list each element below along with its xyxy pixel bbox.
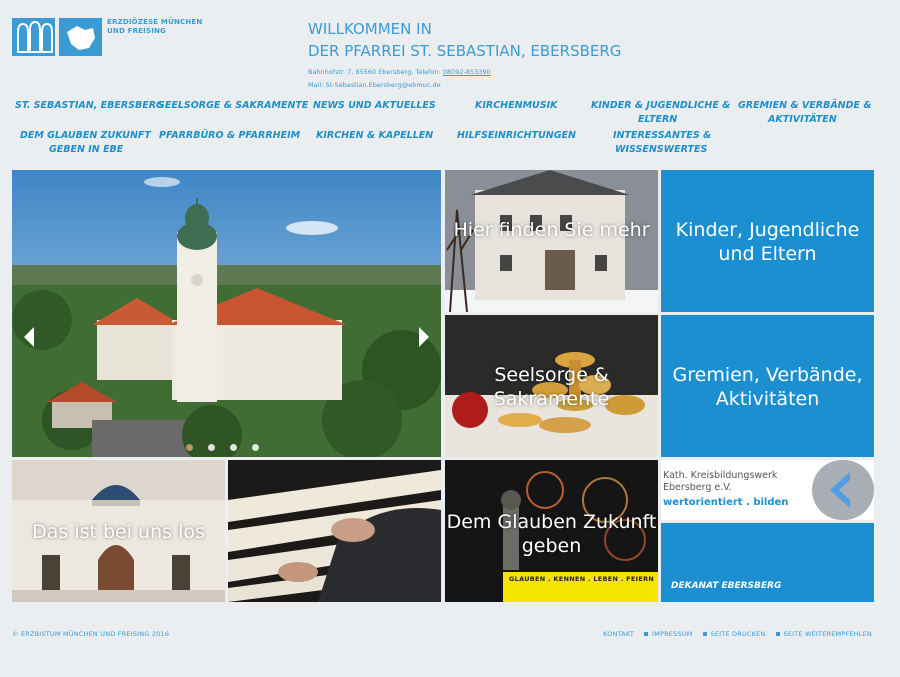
footer-link-impressum-label: IMPRESSUM bbox=[652, 630, 693, 638]
slider-dot-2[interactable] bbox=[208, 444, 215, 451]
logo-line2: UND FREISING bbox=[107, 27, 166, 35]
page-title: WILLKOMMEN IN DER PFARREI ST. SEBASTIAN,… bbox=[308, 18, 621, 62]
mail-text[interactable]: Mail: St-Sebastian.Ebersberg@ebmuc.de bbox=[308, 79, 491, 92]
nav-item-st-sebastian[interactable]: ST. SEBASTIAN, EBERSBERG bbox=[15, 99, 164, 113]
kbw-line3: wertorientiert . bilden bbox=[663, 497, 789, 508]
slider-dots bbox=[186, 444, 259, 451]
tile-gremien-caption: Gremien, Verbände, Aktivitäten bbox=[672, 364, 863, 410]
address-text: Bahnhofstr. 7, 85560 Ebersberg, Telefon: bbox=[308, 68, 441, 76]
kbw-back-icon[interactable] bbox=[812, 460, 874, 520]
footer-link-kontakt[interactable]: KONTAKT bbox=[603, 630, 634, 638]
footer-link-drucken-label: SEITE DRUCKEN bbox=[710, 630, 766, 638]
tile-seelsorge[interactable]: Seelsorge & Sakramente bbox=[445, 315, 658, 457]
tile-dekanat[interactable]: DEKANAT EBERSBERG bbox=[661, 523, 874, 602]
logo-text: ERZDIÖZESE MÜNCHEN UND FREISING bbox=[107, 18, 202, 36]
nav-item-kirchenmusik[interactable]: KIRCHENMUSIK bbox=[475, 99, 557, 113]
footer-links: KONTAKT IMPRESSUM SEITE DRUCKEN SEITE WE… bbox=[603, 630, 872, 638]
nav-item-glauben-zukunft-line2[interactable]: GEBEN IN EBE bbox=[49, 143, 123, 157]
footer-link-weiterempfehlen[interactable]: SEITE WEITEREMPFEHLEN bbox=[775, 630, 873, 638]
phone-link[interactable]: 08092-853390 bbox=[443, 68, 491, 76]
nav-item-kinder-line2[interactable]: ELTERN bbox=[638, 113, 677, 127]
nav-item-glauben-zukunft[interactable]: DEM GLAUBEN ZUKUNFT bbox=[20, 129, 151, 143]
nav-item-pfarrbuero[interactable]: PFARRBÜRO & PFARRHEIM bbox=[159, 129, 300, 143]
archdiocese-logo[interactable] bbox=[12, 18, 102, 56]
footer-copyright: © ERZBISTUM MÜNCHEN UND FREISING 2016 bbox=[12, 630, 170, 638]
nav-item-interessantes-line2[interactable]: WISSENSWERTES bbox=[615, 143, 707, 157]
tile-kinder[interactable]: Kinder, Jugendliche und Eltern bbox=[661, 170, 874, 312]
footer-link-drucken[interactable]: SEITE DRUCKEN bbox=[702, 630, 766, 638]
nav-item-news[interactable]: NEWS UND AKTUELLES bbox=[313, 99, 436, 113]
main-nav: ST. SEBASTIAN, EBERSBERG SEELSORGE & SAK… bbox=[0, 96, 900, 166]
tile-das-ist-los[interactable]: Das ist bei uns los bbox=[12, 460, 225, 602]
tile-seelsorge-caption: Seelsorge & Sakramente bbox=[493, 364, 610, 410]
tile-hier-finden[interactable]: Hier finden Sie mehr bbox=[445, 170, 658, 312]
nav-item-gremien[interactable]: GREMIEN & VERBÄNDE & bbox=[738, 99, 872, 113]
tile-hier-caption: Hier finden Sie mehr bbox=[453, 219, 650, 241]
slider-dot-4[interactable] bbox=[252, 444, 259, 451]
map-logo-icon bbox=[59, 18, 102, 56]
kbw-line1: Kath. Kreisbildungswerk bbox=[663, 470, 778, 481]
bullet-icon bbox=[644, 632, 649, 636]
kbw-line2: Ebersberg e.V. bbox=[663, 482, 732, 493]
church-logo-icon bbox=[12, 18, 55, 56]
glauben-banner-text: GLAUBEN . KENNEN . LEBEN . FEIERN bbox=[509, 575, 655, 583]
nav-item-hilfseinrichtungen[interactable]: HILFSEINRICHTUNGEN bbox=[457, 129, 576, 143]
tile-glauben-caption: Dem Glauben Zukunft geben bbox=[446, 511, 657, 557]
slider-dot-1[interactable] bbox=[186, 444, 193, 451]
dekanat-label: DEKANAT EBERSBERG bbox=[671, 581, 782, 591]
footer-link-weiterempfehlen-label: SEITE WEITEREMPFEHLEN bbox=[783, 630, 872, 638]
title-line1: WILLKOMMEN IN bbox=[308, 20, 432, 38]
bullet-icon bbox=[702, 632, 707, 636]
tile-kinder-caption: Kinder, Jugendliche und Eltern bbox=[675, 219, 860, 265]
slider-church-image[interactable] bbox=[12, 170, 441, 457]
nav-item-gremien-line2[interactable]: AKTIVITÄTEN bbox=[768, 113, 837, 127]
nav-item-kinder[interactable]: KINDER & JUGENDLICHE & bbox=[591, 99, 730, 113]
tile-organ-image[interactable] bbox=[228, 460, 441, 602]
slider-next-icon[interactable] bbox=[417, 326, 431, 354]
footer-link-kontakt-label: KONTAKT bbox=[603, 630, 635, 638]
tile-kbw[interactable]: Kath. Kreisbildungswerk Ebersberg e.V. w… bbox=[661, 460, 874, 520]
slider-prev-icon[interactable] bbox=[22, 326, 36, 354]
logo-line1: ERZDIÖZESE MÜNCHEN bbox=[107, 18, 203, 26]
contact-info: Bahnhofstr. 7, 85560 Ebersberg, Telefon:… bbox=[308, 66, 491, 92]
tile-gremien[interactable]: Gremien, Verbände, Aktivitäten bbox=[661, 315, 874, 457]
nav-item-seelsorge[interactable]: SEELSORGE & SAKRAMENTE bbox=[158, 99, 308, 113]
footer-link-impressum[interactable]: IMPRESSUM bbox=[644, 630, 693, 638]
title-line2: DER PFARREI ST. SEBASTIAN, EBERSBERG bbox=[308, 42, 622, 60]
slider-dot-3[interactable] bbox=[230, 444, 237, 451]
bullet-icon bbox=[775, 632, 780, 636]
nav-item-kirchen[interactable]: KIRCHEN & KAPELLEN bbox=[316, 129, 433, 143]
tile-glauben[interactable]: Dem Glauben Zukunft geben GLAUBEN . KENN… bbox=[445, 460, 658, 602]
nav-item-interessantes[interactable]: INTERESSANTES & bbox=[613, 129, 711, 143]
tile-los-caption: Das ist bei uns los bbox=[32, 521, 205, 543]
